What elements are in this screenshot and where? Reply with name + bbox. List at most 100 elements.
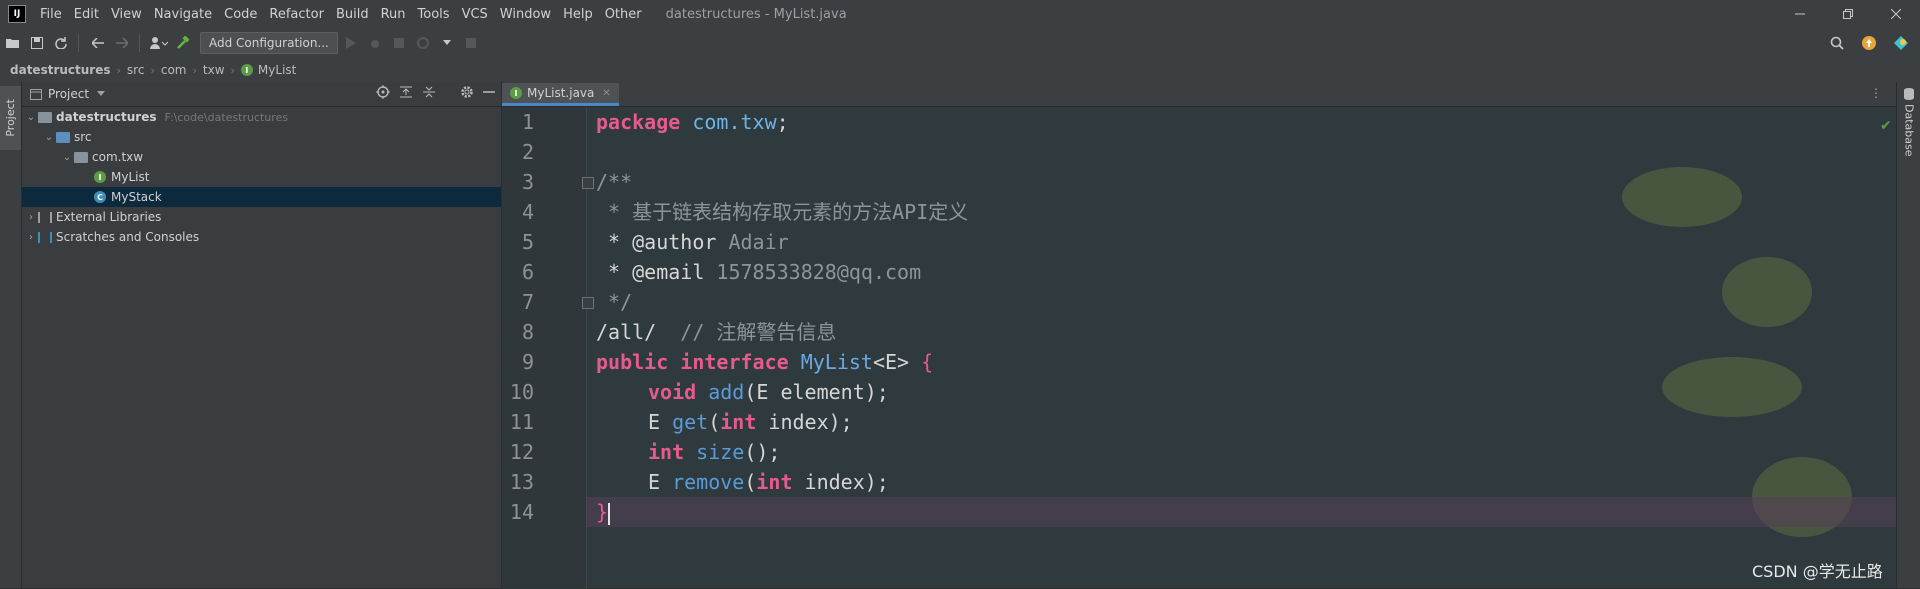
tree-item-label: datestructures [56,110,157,124]
build-button[interactable] [172,32,194,54]
close-button[interactable] [1872,0,1920,28]
editor-area: I MyList.java ✕ ⋮ 1 2 3 4 5 6 7 8 9 10 1… [502,82,1896,589]
code-token: E [648,410,661,434]
stop-button[interactable] [460,32,482,54]
tree-item-src[interactable]: ⌄ src [22,127,501,147]
right-tool-strip: Database [1896,82,1920,588]
profile-button[interactable] [412,32,434,54]
inspection-ok-icon[interactable]: ✔ [1880,118,1892,134]
tree-item-label: src [74,130,92,144]
breadcrumb-src[interactable]: src [127,63,145,77]
add-configuration-button[interactable]: Add Configuration... [200,32,338,54]
project-panel-title[interactable]: Project [48,87,89,101]
tree-item-project-root[interactable]: ⌄ datestructures F:\code\datestructures [22,107,501,127]
search-everywhere-button[interactable] [1826,32,1848,54]
code-line-6: * @email 1578533828@qq.com [596,257,921,287]
hide-panel-icon[interactable] [483,85,495,99]
menu-code[interactable]: Code [218,7,263,22]
sync-button[interactable] [50,32,72,54]
user-menu-button[interactable] [148,32,170,54]
menu-tools[interactable]: Tools [412,7,456,22]
chevron-right-icon: › [150,63,155,77]
updates-button[interactable] [1858,32,1880,54]
search-icon [1830,36,1844,50]
menu-file[interactable]: File [34,7,68,22]
menu-help[interactable]: Help [557,7,599,22]
project-tool-tab[interactable]: Project [0,86,21,150]
code-token: MyList [788,350,873,374]
chevron-down-icon[interactable]: ⌄ [60,152,74,163]
line-number: 4 [521,200,534,224]
tree-item-scratches[interactable]: › Scratches and Consoles [22,227,501,247]
chevron-down-icon[interactable]: ⌄ [24,112,38,123]
menu-refactor[interactable]: Refactor [263,7,330,22]
database-tool-tab[interactable]: Database [1899,88,1919,157]
tree-item-external-libraries[interactable]: › External Libraries [22,207,501,227]
locate-target-icon[interactable] [376,85,390,99]
tree-item-mylist[interactable]: I MyList [22,167,501,187]
interface-icon: I [94,171,106,183]
open-folder-button[interactable] [2,32,24,54]
menu-vcs[interactable]: VCS [456,7,494,22]
code-token: /** [596,170,633,194]
chevron-down-icon[interactable] [97,91,106,97]
run-button[interactable] [340,32,362,54]
chevron-right-icon[interactable]: › [24,232,38,243]
breadcrumb-mylist[interactable]: MyList [258,63,296,77]
menu-edit[interactable]: Edit [68,7,105,22]
fold-marker-icon[interactable] [582,177,594,189]
close-icon[interactable]: ✕ [602,88,610,99]
database-icon [1904,88,1914,100]
chevron-down-icon[interactable]: ⌄ [42,132,56,143]
jetbrains-toolbox-button[interactable] [1890,32,1912,54]
expand-all-icon[interactable] [399,85,413,99]
chevron-right-icon[interactable]: › [24,212,38,223]
project-panel: Project ⌄ datestructures F:\code\datestr… [22,82,501,588]
code-token: ( [744,470,757,494]
code-line-7: */ [596,287,632,317]
menu-build[interactable]: Build [330,7,375,22]
toolbar-right [1824,32,1912,54]
line-number: 14 [509,500,534,524]
coverage-button[interactable] [388,32,410,54]
text-caret [608,502,611,525]
interface-icon: I [510,87,522,99]
fold-marker-icon[interactable] [582,297,594,309]
minimize-button[interactable] [1776,0,1824,28]
menu-window[interactable]: Window [494,7,557,22]
back-button[interactable] [87,32,109,54]
collapse-all-icon[interactable] [422,85,436,99]
class-icon: C [94,191,106,203]
current-line-highlight [586,497,1896,527]
forward-button[interactable] [111,32,133,54]
tree-item-mystack[interactable]: C MyStack [22,187,501,207]
line-number: 2 [521,140,534,164]
breadcrumb-com[interactable]: com [161,63,187,77]
code-token: ( [708,410,721,434]
code-token: E [648,470,661,494]
code-token: public interface [596,350,789,374]
line-number: 3 [521,170,534,194]
menu-other[interactable]: Other [599,7,648,22]
code-token: * @email [596,260,705,284]
toolbar-separator [139,34,140,52]
menu-view[interactable]: View [105,7,148,22]
run-options-dropdown[interactable] [436,32,458,54]
database-tool-tab-label: Database [1902,104,1916,157]
gear-icon[interactable] [460,85,474,99]
code-token: package [596,110,681,134]
more-vertical-icon[interactable]: ⋮ [1870,86,1882,100]
editor-tab-mylist[interactable]: I MyList.java ✕ [502,83,619,106]
code-editor[interactable]: 1 2 3 4 5 6 7 8 9 10 11 12 13 14 package… [502,107,1896,589]
breadcrumb-txw[interactable]: txw [203,63,225,77]
save-all-button[interactable] [26,32,48,54]
restore-button[interactable] [1824,0,1872,28]
code-token: index); [756,410,853,434]
debug-button[interactable] [364,32,386,54]
breadcrumb-project[interactable]: datestructures [10,63,111,77]
tree-item-package[interactable]: ⌄ com.txw [22,147,501,167]
menu-navigate[interactable]: Navigate [148,7,218,22]
menu-run[interactable]: Run [375,7,412,22]
code-line-5: * @author Adair [596,227,789,257]
left-tool-strip: Project [0,82,22,588]
